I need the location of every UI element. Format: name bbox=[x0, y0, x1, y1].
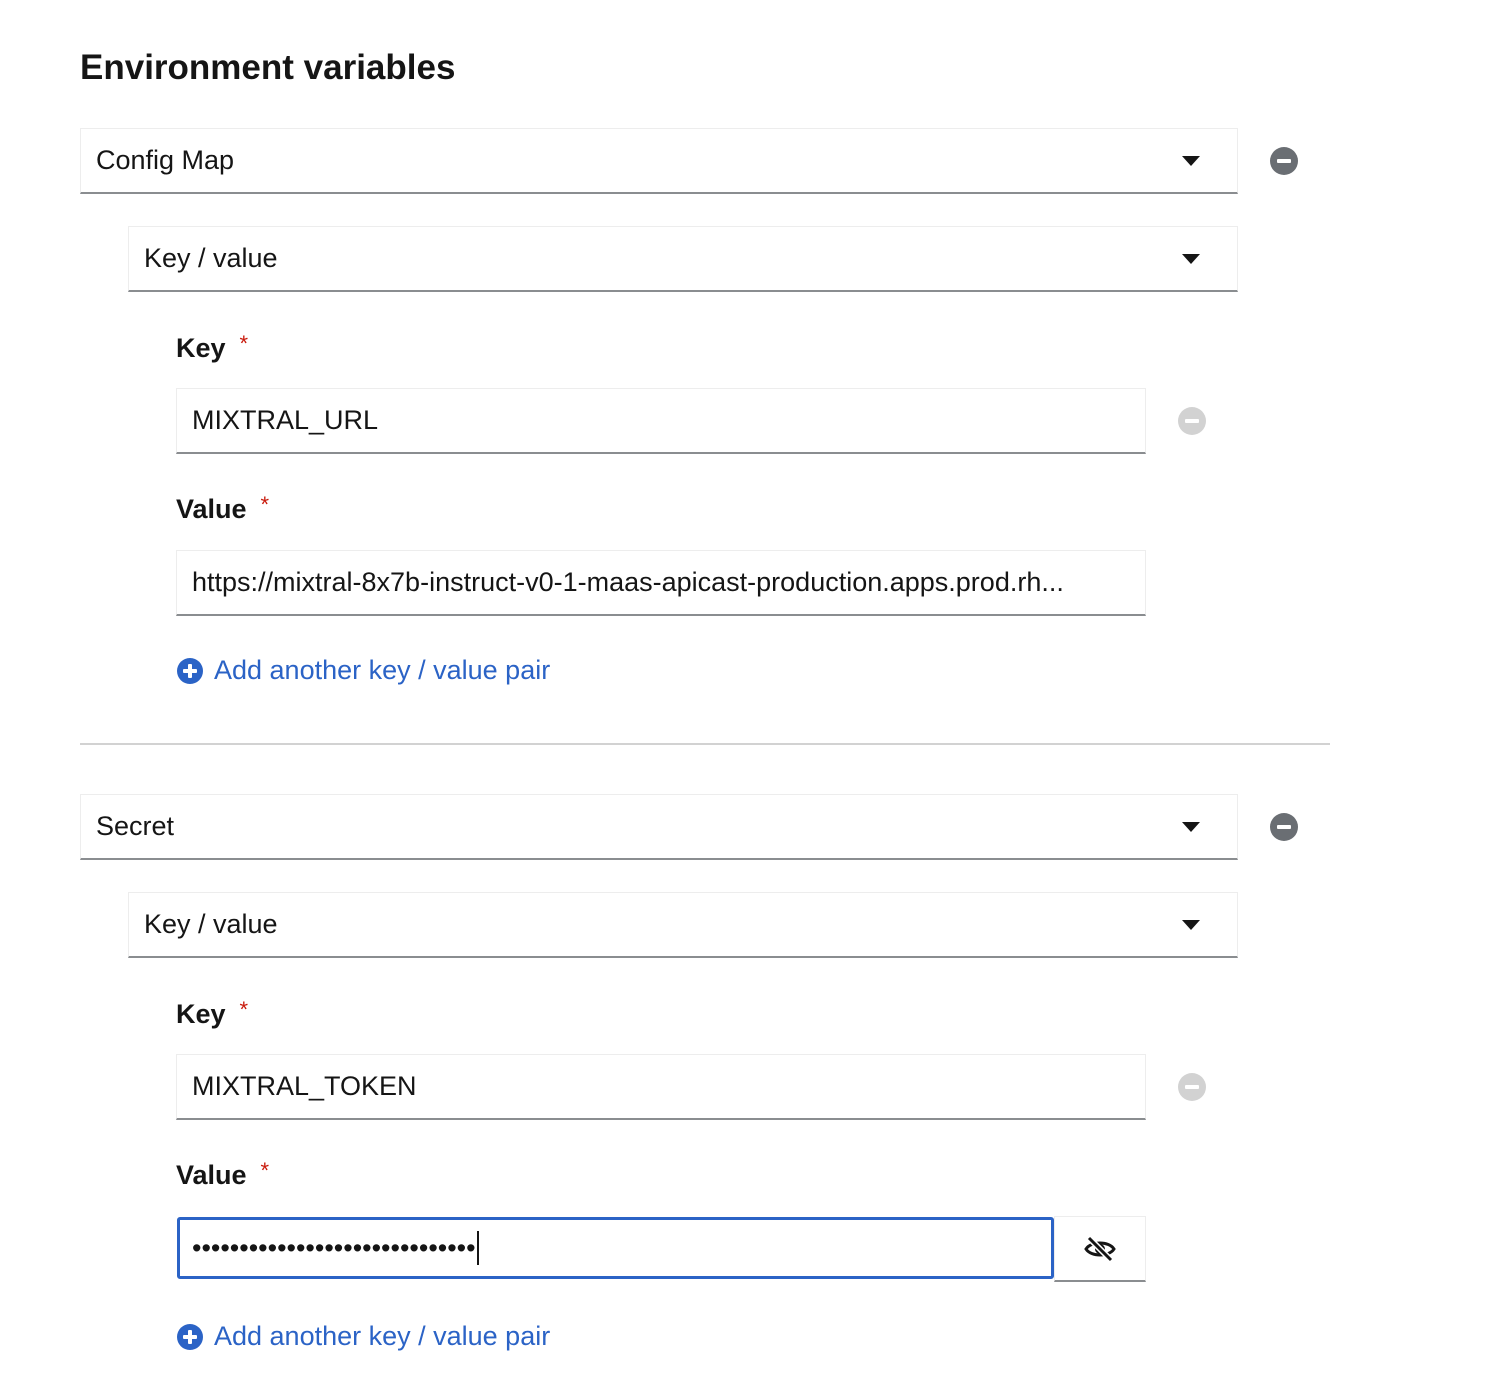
minus-circle-disabled-icon bbox=[1178, 1073, 1206, 1101]
caret-down-icon bbox=[1182, 821, 1200, 832]
remove-pair-button[interactable] bbox=[1176, 405, 1208, 437]
add-pair-link[interactable]: Add another key / value pair bbox=[176, 1321, 550, 1352]
caret-down-icon bbox=[1182, 155, 1200, 166]
caret-down-icon bbox=[1182, 919, 1200, 930]
minus-circle-icon bbox=[1270, 147, 1298, 175]
key-label-text: Key bbox=[176, 333, 226, 363]
caret-down-icon bbox=[1182, 253, 1200, 264]
key-input-value: MIXTRAL_URL bbox=[192, 405, 379, 435]
text-cursor bbox=[476, 1231, 479, 1265]
required-marker: * bbox=[260, 492, 270, 517]
source-type-select[interactable]: Secret bbox=[80, 794, 1238, 860]
source-type-select[interactable]: Config Map bbox=[80, 128, 1238, 194]
plus-circle-icon bbox=[177, 1323, 203, 1350]
mode-value: Key / value bbox=[144, 243, 278, 273]
secret-value-masked: •••••••••••••••••••••••••••••• bbox=[192, 1232, 476, 1263]
group-divider bbox=[80, 743, 1330, 745]
value-input-value: https://mixtral-8x7b-instruct-v0-1-maas-… bbox=[192, 567, 1064, 597]
required-marker: * bbox=[239, 331, 249, 356]
key-input[interactable]: MIXTRAL_TOKEN bbox=[176, 1054, 1146, 1120]
secret-value-input[interactable]: •••••••••••••••••••••••••••••• bbox=[177, 1217, 1054, 1279]
source-type-value: Secret bbox=[96, 811, 175, 841]
remove-group-button[interactable] bbox=[1268, 811, 1300, 843]
key-label: Key * bbox=[176, 331, 249, 364]
mode-value: Key / value bbox=[144, 909, 278, 939]
required-marker: * bbox=[239, 997, 249, 1022]
plus-circle-icon bbox=[177, 657, 203, 684]
key-input-value: MIXTRAL_TOKEN bbox=[192, 1071, 417, 1101]
value-label-text: Value bbox=[176, 1160, 247, 1190]
key-input[interactable]: MIXTRAL_URL bbox=[176, 388, 1146, 454]
key-label-text: Key bbox=[176, 999, 226, 1029]
add-pair-label: Add another key / value pair bbox=[214, 655, 551, 685]
add-pair-link[interactable]: Add another key / value pair bbox=[176, 655, 550, 686]
page-title: Environment variables bbox=[80, 48, 456, 87]
eye-slash-icon bbox=[1084, 1235, 1116, 1262]
value-input[interactable]: https://mixtral-8x7b-instruct-v0-1-maas-… bbox=[176, 550, 1146, 616]
remove-group-button[interactable] bbox=[1268, 145, 1300, 177]
remove-pair-button[interactable] bbox=[1176, 1071, 1208, 1103]
required-marker: * bbox=[260, 1158, 270, 1183]
value-label: Value * bbox=[176, 492, 270, 525]
key-label: Key * bbox=[176, 997, 249, 1030]
mode-select[interactable]: Key / value bbox=[128, 892, 1238, 958]
add-pair-label: Add another key / value pair bbox=[214, 1321, 551, 1351]
source-type-value: Config Map bbox=[96, 145, 235, 175]
minus-circle-icon bbox=[1270, 813, 1298, 841]
toggle-visibility-button[interactable] bbox=[1054, 1216, 1146, 1282]
value-label-text: Value bbox=[176, 494, 247, 524]
value-label: Value * bbox=[176, 1158, 270, 1191]
minus-circle-disabled-icon bbox=[1178, 407, 1206, 435]
mode-select[interactable]: Key / value bbox=[128, 226, 1238, 292]
